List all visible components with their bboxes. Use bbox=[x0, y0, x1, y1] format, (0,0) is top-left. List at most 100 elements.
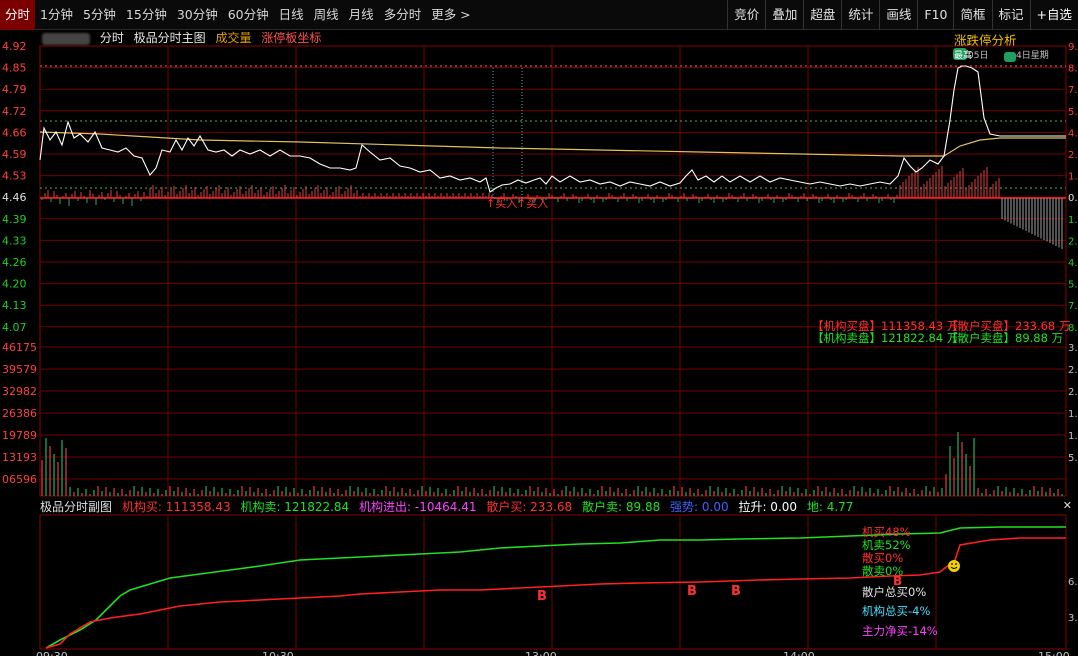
vol-tick-right-4: 1. bbox=[1068, 431, 1078, 442]
toolbar-button-4[interactable]: 画线 bbox=[879, 0, 917, 30]
pct-tick-4: 4. bbox=[1068, 128, 1078, 139]
price-axis-left: 4.92 4.85 4.79 4.72 4.66 4.59 4.53 4.46 4.39 4.33… bbox=[2, 40, 27, 334]
vol-tick-right-2: 2. bbox=[1068, 387, 1078, 398]
high-badge bbox=[953, 48, 967, 60]
sub-axis-right-2: 3. bbox=[1068, 613, 1078, 624]
vol-tick-3: 26386 bbox=[2, 407, 37, 420]
histogram-bars bbox=[41, 166, 1063, 249]
period-tab-0[interactable]: 分时 bbox=[0, 0, 36, 30]
vol-tick-0: 46175 bbox=[2, 341, 37, 354]
toolbar-button-3[interactable]: 统计 bbox=[841, 0, 879, 30]
price-tick-9: 4.33 bbox=[2, 234, 27, 247]
toolbar-button-7[interactable]: 标记 bbox=[991, 0, 1030, 30]
price-tick-3: 4.72 bbox=[2, 105, 27, 118]
sub-title[interactable]: 极品分时副图 bbox=[40, 500, 112, 514]
date-label: 05日 bbox=[968, 50, 988, 61]
close-icon[interactable]: ✕ bbox=[1063, 499, 1072, 512]
sub-di: 地: 4.77 bbox=[806, 500, 854, 514]
price-tick-6: 4.53 bbox=[2, 170, 27, 183]
time-tick-2: 13:00 bbox=[525, 650, 557, 656]
period-tabs: 分时 1分钟 5分钟 15分钟 30分钟 60分钟 日线 周线 月线 多分时 更多 > bbox=[0, 0, 476, 30]
period-tab-3[interactable]: 15分钟 bbox=[121, 0, 172, 30]
b-mark-3: B bbox=[731, 584, 741, 599]
vol-tick-right-1: 2. bbox=[1068, 365, 1078, 376]
pct-tick-3: 5. bbox=[1068, 107, 1078, 118]
legend-sh-total: 散户总买0% bbox=[862, 585, 927, 599]
pct-tick-5: 2. bbox=[1068, 150, 1078, 161]
toolbar-button-8[interactable]: +自选 bbox=[1029, 0, 1078, 30]
period-tab-2[interactable]: 5分钟 bbox=[78, 0, 121, 30]
buy-marker-2: ↑买入 bbox=[517, 197, 548, 210]
price-line bbox=[39, 65, 1066, 193]
weekday-label: 4日星期 bbox=[1016, 50, 1049, 61]
vol-tick-right-3: 1. bbox=[1068, 409, 1078, 420]
pct-tick-10: 4. bbox=[1068, 258, 1078, 269]
price-tick-4: 4.66 bbox=[2, 126, 27, 139]
period-tab-7[interactable]: 周线 bbox=[309, 0, 344, 30]
main-frame bbox=[39, 45, 1067, 497]
info-volume[interactable]: 成交量 bbox=[216, 31, 252, 45]
info-main-indicator[interactable]: 极品分时主图 bbox=[134, 31, 206, 45]
toolbar-button-2[interactable]: 超盘 bbox=[803, 0, 841, 30]
vol-tick-6: 06596 bbox=[2, 473, 37, 486]
toolbar-button-0[interactable]: 竞价 bbox=[727, 0, 765, 30]
sub-chart-header: 极品分时副图 机构买: 111358.43 机构卖: 121822.84 机构进… bbox=[40, 499, 859, 515]
time-tick-0: 09:30 bbox=[36, 650, 68, 656]
pct-tick-8: 1. bbox=[1068, 215, 1078, 226]
legend-main-net: 主力净买-14% bbox=[862, 624, 938, 638]
buy-marker-1: ↑买入 bbox=[486, 197, 517, 210]
sub-sh-buy: 散户买: 233.68 bbox=[486, 500, 573, 514]
price-tick-8: 4.39 bbox=[2, 213, 27, 226]
average-price-line bbox=[39, 131, 1066, 157]
vol-tick-right-5: 5. bbox=[1068, 453, 1078, 464]
sh-sell-panel: 【散户卖盘】89.88 万 bbox=[946, 331, 1064, 345]
period-tab-8[interactable]: 月线 bbox=[344, 0, 379, 30]
period-tab-5[interactable]: 60分钟 bbox=[223, 0, 274, 30]
price-tick-10: 4.26 bbox=[2, 256, 27, 269]
price-grid bbox=[40, 67, 1066, 480]
vol-tick-right-0: 3. bbox=[1068, 343, 1078, 354]
toolbar-button-5[interactable]: F10 bbox=[917, 0, 953, 30]
toolbar-button-1[interactable]: 叠加 bbox=[765, 0, 803, 30]
period-tab-4[interactable]: 30分钟 bbox=[172, 0, 223, 30]
pct-tick-7: 0. bbox=[1068, 193, 1078, 204]
chart-info-bar: 分时 极品分时主图 成交量 涨停板坐标 bbox=[42, 30, 321, 46]
sub-jg-net: 机构进出: -10464.41 bbox=[359, 500, 477, 514]
sub-strong: 强势: 0.00 bbox=[670, 500, 729, 514]
period-tab-10[interactable]: 更多 > bbox=[426, 0, 475, 30]
sub-up: 拉升: 0.00 bbox=[738, 500, 798, 514]
vol-tick-5: 13193 bbox=[2, 451, 37, 464]
b-mark-2: B bbox=[687, 584, 697, 599]
period-tab-6[interactable]: 日线 bbox=[274, 0, 309, 30]
period-tab-1[interactable]: 1分钟 bbox=[35, 0, 78, 30]
period-tab-9[interactable]: 多分时 bbox=[379, 0, 427, 30]
time-tick-1: 10:30 bbox=[262, 650, 294, 656]
sub-jg-sell: 机构卖: 121822.84 bbox=[240, 500, 350, 514]
limit-analysis-button[interactable]: 涨跌停分析 bbox=[954, 30, 1017, 49]
price-tick-12: 4.13 bbox=[2, 299, 27, 312]
info-limit-coord[interactable]: 涨停板坐标 bbox=[261, 31, 321, 45]
toolbar-right-buttons: 竞价 叠加 超盘 统计 画线 F10 简框 标记 +自选 bbox=[727, 0, 1078, 30]
volume-axis: 46175 3. 39579 2. 32982 2. 26386 1. 19789 1. 13193… bbox=[2, 341, 1078, 486]
volume-bars bbox=[41, 432, 1063, 496]
price-tick-2: 4.79 bbox=[2, 83, 27, 96]
pct-tick-12: 7. bbox=[1068, 301, 1078, 312]
date-badge bbox=[1004, 52, 1016, 62]
vertical-grid bbox=[167, 46, 937, 649]
pct-tick-0: 9. bbox=[1068, 42, 1078, 53]
pct-tick-2: 7. bbox=[1068, 85, 1078, 96]
vol-tick-2: 32982 bbox=[2, 385, 37, 398]
pct-tick-6: 1. bbox=[1068, 172, 1078, 183]
smiley-icon bbox=[948, 560, 960, 572]
stock-name-blurred bbox=[42, 32, 90, 45]
legend-smai: 散卖0% bbox=[862, 564, 904, 578]
jg-sell-panel: 【机构卖盘】121822.84 万 bbox=[812, 331, 959, 345]
top-toolbar: 分时 1分钟 5分钟 15分钟 30分钟 60分钟 日线 周线 月线 多分时 更多 > 竞价 叠加 超盘… bbox=[0, 0, 1078, 30]
price-tick-0: 4.92 bbox=[2, 40, 27, 53]
price-tick-13: 4.07 bbox=[2, 321, 27, 334]
toolbar-button-6[interactable]: 简框 bbox=[953, 0, 991, 30]
info-fenshi[interactable]: 分时 bbox=[100, 31, 124, 45]
pct-tick-11: 5. bbox=[1068, 280, 1078, 291]
vol-tick-1: 39579 bbox=[2, 363, 37, 376]
time-tick-4: 15:00 bbox=[1038, 650, 1070, 656]
